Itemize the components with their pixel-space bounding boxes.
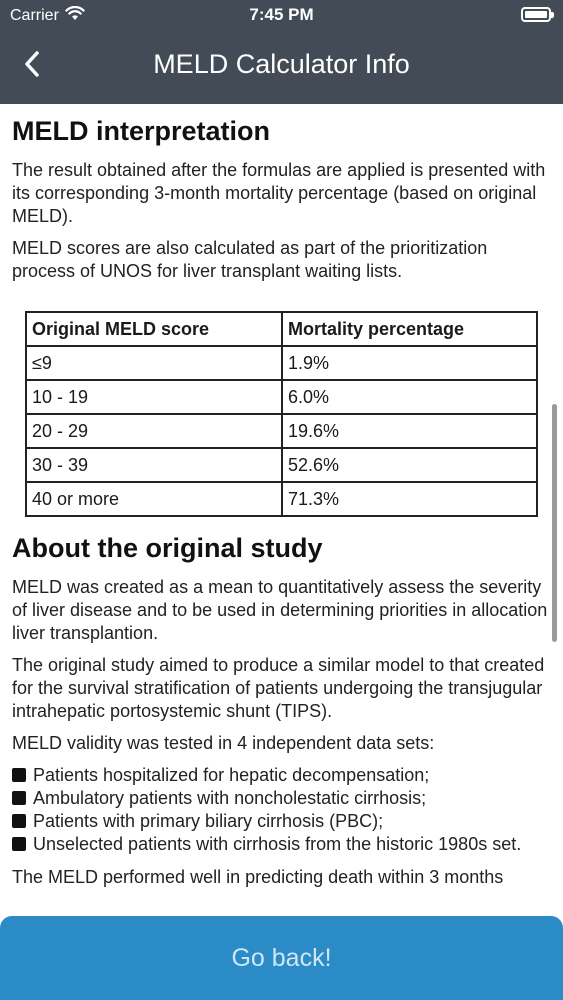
- table-cell: 30 - 39: [25, 447, 283, 483]
- table-row: 10 - 19 6.0%: [25, 379, 538, 415]
- section-heading-interpretation: MELD interpretation: [12, 116, 271, 146]
- table-cell: 71.3%: [281, 481, 538, 517]
- table-row: ≤9 1.9%: [25, 345, 538, 381]
- table-cell: ≤9: [25, 345, 283, 381]
- list-item-text: Patients with primary biliary cirrhosis …: [33, 811, 384, 831]
- go-back-label: Go back!: [231, 943, 332, 972]
- table-cell: 20 - 29: [25, 413, 283, 449]
- square-bullet-icon: [12, 791, 26, 805]
- square-bullet-icon: [12, 837, 26, 851]
- scrollbar[interactable]: [552, 404, 557, 642]
- list-item: Unselected patients with cirrhosis from …: [12, 833, 551, 856]
- list-item-text: Ambulatory patients with noncholestatic …: [33, 788, 427, 808]
- status-bar: Carrier 7:45 PM: [0, 0, 563, 30]
- page-title: MELD Calculator Info: [153, 49, 410, 79]
- square-bullet-icon: [12, 768, 26, 782]
- list-item: Patients hospitalized for hepatic decomp…: [12, 764, 551, 787]
- paragraph: The original study aimed to produce a si…: [12, 655, 545, 721]
- bullet-list: Patients hospitalized for hepatic decomp…: [12, 764, 551, 856]
- mortality-table: Original MELD score Mortality percentage…: [25, 311, 538, 517]
- paragraph-partial: The MELD performed well in predicting de…: [12, 867, 504, 887]
- table-cell: 19.6%: [281, 413, 538, 449]
- paragraph: MELD was created as a mean to quantitati…: [12, 577, 548, 643]
- list-item: Patients with primary biliary cirrhosis …: [12, 810, 551, 833]
- table-header-cell: Mortality percentage: [281, 311, 538, 347]
- status-time: 7:45 PM: [249, 5, 314, 24]
- table-header-row: Original MELD score Mortality percentage: [25, 311, 538, 347]
- table-cell: 6.0%: [281, 379, 538, 415]
- table-cell: 10 - 19: [25, 379, 283, 415]
- paragraph: MELD scores are also calculated as part …: [12, 238, 488, 281]
- table-header-cell: Original MELD score: [25, 311, 283, 347]
- list-item: Ambulatory patients with noncholestatic …: [12, 787, 551, 810]
- table-cell: 52.6%: [281, 447, 538, 483]
- nav-bar: MELD Calculator Info: [0, 30, 563, 104]
- table-cell: 1.9%: [281, 345, 538, 381]
- table-row: 20 - 29 19.6%: [25, 413, 538, 449]
- info-content[interactable]: MELD interpretation The result obtained …: [0, 104, 563, 916]
- table-row: 30 - 39 52.6%: [25, 447, 538, 483]
- square-bullet-icon: [12, 814, 26, 828]
- header: Carrier 7:45 PM MELD Calculator Info: [0, 0, 563, 104]
- battery-icon: [521, 7, 554, 22]
- section-heading-original-study: About the original study: [12, 533, 323, 563]
- paragraph: MELD validity was tested in 4 independen…: [12, 733, 435, 753]
- table-row: 40 or more 71.3%: [25, 481, 538, 517]
- list-item-text: Patients hospitalized for hepatic decomp…: [33, 765, 430, 785]
- paragraph: The result obtained after the formulas a…: [12, 160, 546, 226]
- go-back-button[interactable]: Go back!: [0, 916, 563, 1000]
- list-item-text: Unselected patients with cirrhosis from …: [33, 834, 522, 854]
- table-cell: 40 or more: [25, 481, 283, 517]
